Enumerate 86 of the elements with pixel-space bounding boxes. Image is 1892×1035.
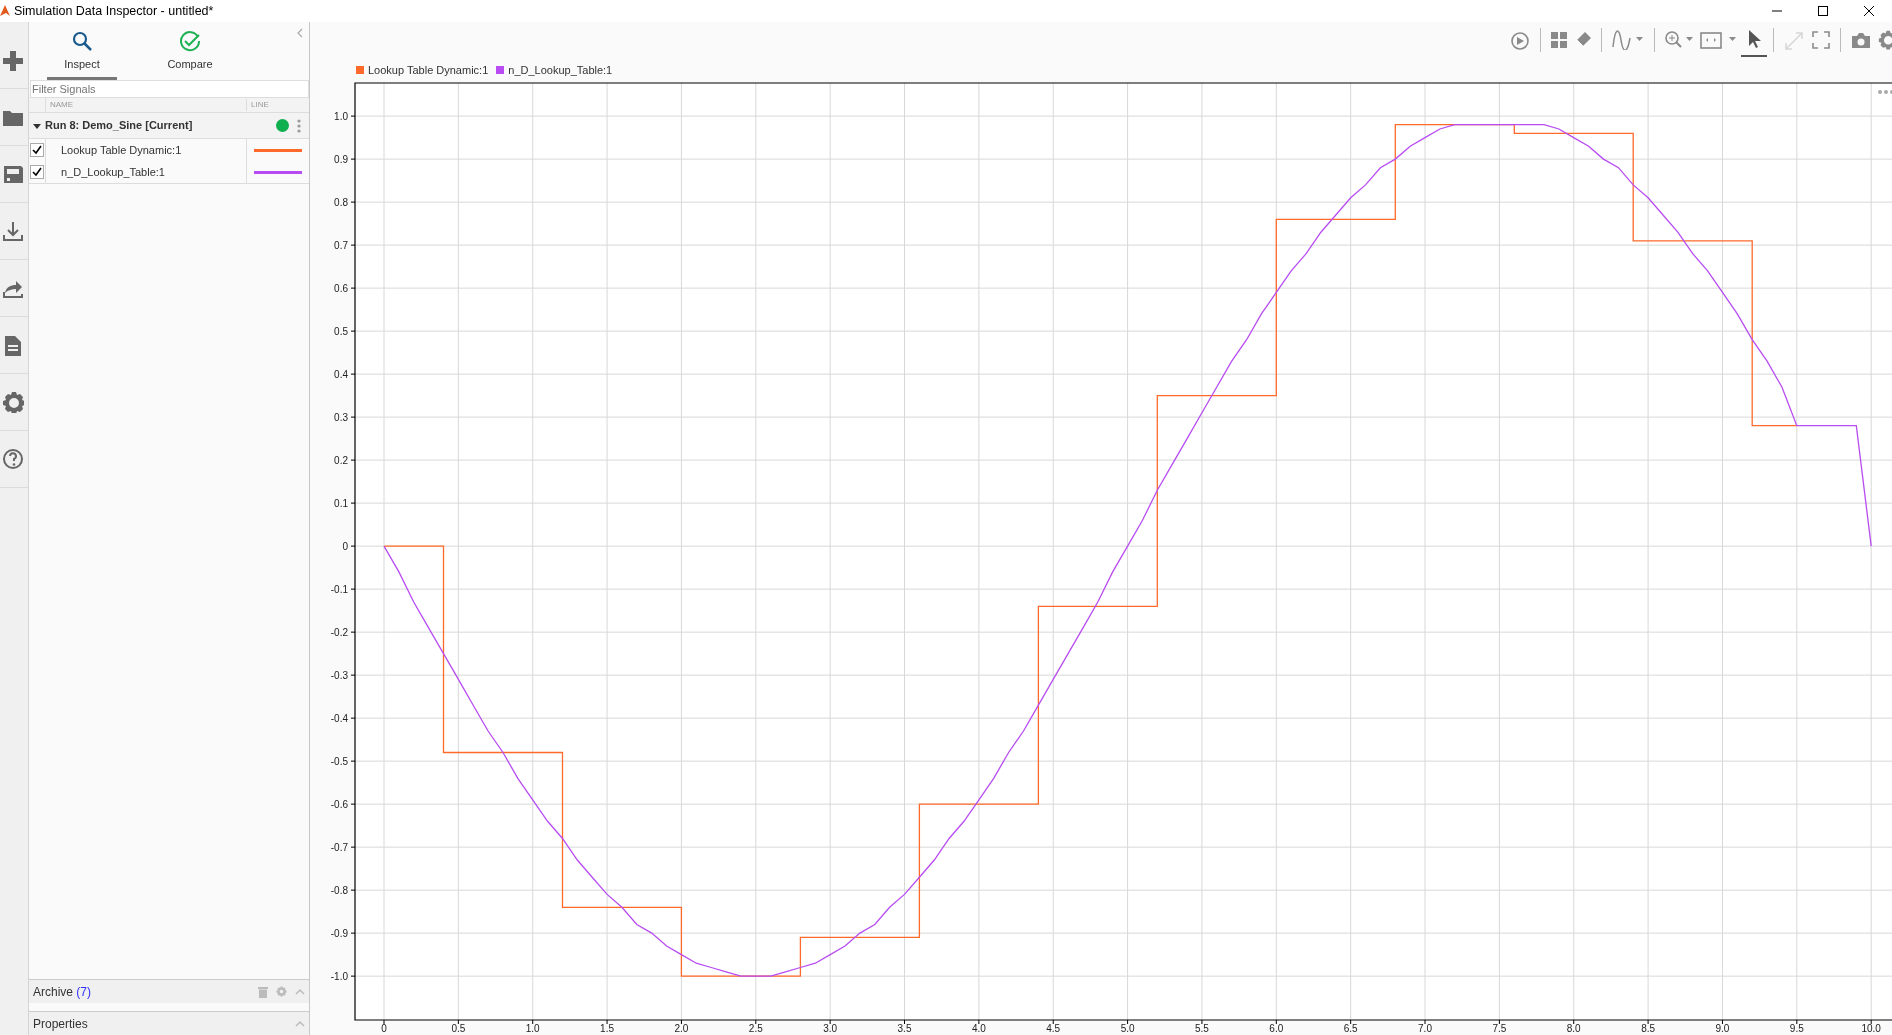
y-tick-label: -0.8 [330, 884, 348, 896]
run-label: Run 8: Demo_Sine [Current] [45, 118, 193, 134]
more-icon[interactable] [297, 118, 301, 133]
x-tick-label: 1.0 [525, 1023, 540, 1034]
settings-icon[interactable] [276, 986, 287, 997]
expand-arrow-icon[interactable] [33, 121, 41, 130]
y-tick-label: -0.9 [330, 927, 348, 939]
close-icon [1863, 5, 1875, 17]
x-tick-label: 5.0 [1120, 1023, 1135, 1034]
column-header: NAME [46, 99, 247, 111]
grid-icon [1550, 30, 1568, 50]
fullscreen-icon [1811, 30, 1831, 50]
y-tick-label: -1.0 [330, 970, 348, 982]
x-tick-label: 9.0 [1715, 1023, 1730, 1034]
x-tick-label: 3.0 [823, 1023, 838, 1034]
zoom-icon [1664, 30, 1694, 50]
plus-icon [2, 49, 24, 71]
more-icon[interactable] [1878, 90, 1892, 94]
x-tick-label: 6.0 [1269, 1023, 1284, 1034]
x-tick-label: 3.5 [897, 1023, 912, 1034]
x-tick-label: 4.5 [1046, 1023, 1061, 1034]
y-tick-label: 0.2 [334, 454, 348, 466]
fit-to-view-icon [1700, 30, 1738, 50]
x-tick-label: 9.5 [1789, 1023, 1804, 1034]
legend-swatch [356, 66, 364, 74]
y-tick-label: 0.4 [334, 368, 348, 380]
search-icon [71, 30, 93, 52]
x-tick-label: 2.5 [748, 1023, 763, 1034]
filter-field[interactable]: Filter Signals [30, 80, 309, 98]
y-tick-label: -0.1 [330, 583, 348, 595]
y-tick-label: 1.0 [334, 110, 348, 122]
y-tick-label: 0.9 [334, 153, 348, 165]
legend-swatch [496, 66, 505, 74]
x-tick-label: 2.0 [674, 1023, 689, 1034]
maximize-icon [1817, 5, 1829, 17]
x-tick-label: 6.5 [1343, 1023, 1358, 1034]
signal-name: n_D_Lookup_Table:1 [46, 161, 247, 183]
y-tick-label: 0.5 [334, 325, 348, 337]
y-tick-label: -0.5 [330, 755, 348, 767]
replay-icon [1509, 30, 1531, 50]
x-tick-label: 7.0 [1418, 1023, 1432, 1034]
window-title: Simulation Data Inspector - untitled* [14, 2, 214, 20]
y-tick-label: 0.1 [334, 497, 348, 509]
x-tick-label: 1.5 [600, 1023, 615, 1034]
y-tick-label: 0.6 [334, 282, 348, 294]
y-tick-label: 0 [342, 540, 348, 552]
y-tick-label: -0.2 [330, 626, 348, 638]
expand-icon [1783, 30, 1805, 50]
app-logo [0, 5, 10, 17]
collapse-panel-icon[interactable] [297, 28, 303, 38]
x-tick-label: 4.0 [971, 1023, 986, 1034]
x-tick-label: 5.5 [1195, 1023, 1209, 1034]
legend-label: n_D_Lookup_Table:1 [508, 62, 613, 78]
x-tick-label: 7.5 [1492, 1023, 1507, 1034]
y-tick-label: -0.6 [330, 798, 348, 810]
download-icon [2, 220, 24, 242]
collapse-icon[interactable] [295, 1020, 305, 1027]
y-tick-label: 0.3 [334, 411, 348, 423]
y-tick-label: -0.4 [330, 712, 348, 724]
settings-icon [2, 391, 24, 413]
x-tick-label: 0 [381, 1023, 387, 1034]
help-icon [2, 448, 24, 470]
status-dot [276, 119, 289, 132]
camera-icon [1850, 30, 1872, 50]
signal-name: Lookup Table Dynamic:1 [46, 139, 247, 161]
x-tick-label: 8.5 [1641, 1023, 1656, 1034]
checkbox[interactable] [30, 143, 44, 157]
legend-label: Lookup Table Dynamic:1 [368, 62, 489, 78]
y-tick-label: 0.7 [334, 239, 348, 251]
trash-icon[interactable] [258, 985, 268, 998]
checkbox[interactable] [30, 165, 44, 179]
y-tick-label: -0.3 [330, 669, 348, 681]
archive-label: Archive [33, 983, 73, 1001]
archive-count: (7) [76, 983, 92, 1001]
settings-icon [1878, 30, 1892, 50]
sine-wave-icon [1611, 30, 1645, 50]
x-tick-label: 10.0 [1861, 1023, 1881, 1034]
x-tick-label: 8.0 [1566, 1023, 1581, 1034]
properties-label: Properties [33, 1015, 88, 1033]
column-header: LINE [250, 99, 270, 111]
y-tick-label: -0.7 [330, 841, 348, 853]
collapse-icon[interactable] [295, 988, 305, 995]
y-tick-label: 0.8 [334, 196, 348, 208]
compare-tab[interactable]: Compare [155, 28, 225, 80]
check-circle-icon [179, 30, 201, 52]
x-tick-label: 0.5 [451, 1023, 466, 1034]
